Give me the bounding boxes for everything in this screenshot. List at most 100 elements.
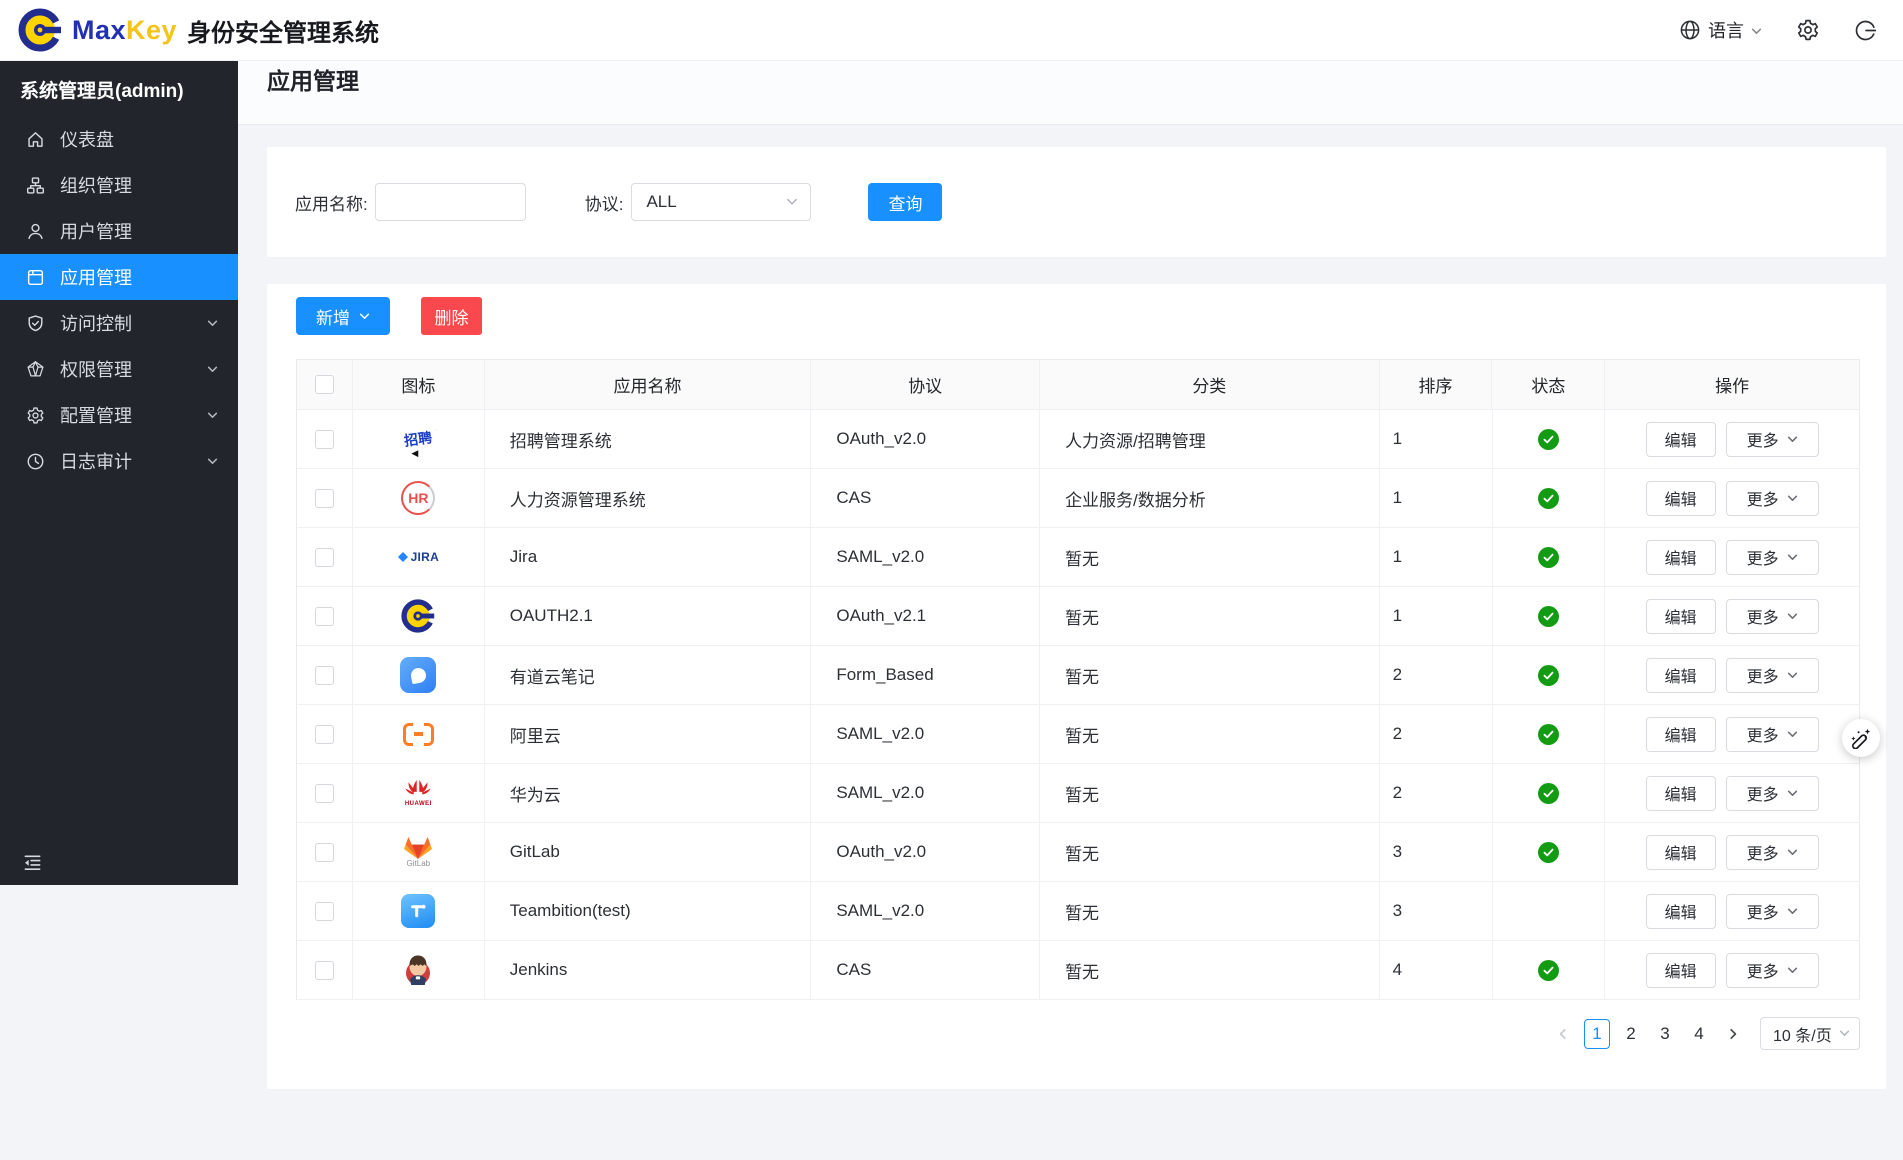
sidebar-item-label: 日志审计 bbox=[60, 448, 207, 474]
select-all-checkbox[interactable] bbox=[315, 375, 334, 394]
sort-cell: 1 bbox=[1380, 410, 1493, 468]
app-icon-cell: HUAWEI bbox=[353, 764, 485, 822]
row-checkbox[interactable] bbox=[315, 843, 334, 862]
menu-fold-icon bbox=[22, 852, 43, 873]
row-checkbox[interactable] bbox=[315, 784, 334, 803]
sidebar-item-label: 用户管理 bbox=[60, 218, 218, 244]
app-name-cell: 阿里云 bbox=[485, 705, 812, 763]
language-label: 语言 bbox=[1708, 17, 1744, 43]
edit-button[interactable]: 编辑 bbox=[1646, 422, 1716, 457]
logout-button[interactable] bbox=[1854, 19, 1877, 42]
more-button[interactable]: 更多 bbox=[1726, 894, 1819, 929]
pagination-page-3[interactable]: 3 bbox=[1652, 1019, 1678, 1049]
sidebar-item-audit[interactable]: 日志审计 bbox=[0, 438, 238, 484]
app-icon-cell: JIRA bbox=[353, 528, 485, 586]
check-circle-icon bbox=[1538, 606, 1559, 627]
column-header: 操作 bbox=[1605, 360, 1859, 409]
category-cell: 暂无 bbox=[1040, 941, 1380, 999]
app-name-input[interactable] bbox=[375, 183, 526, 221]
table-header-row: 图标应用名称协议分类排序状态操作 bbox=[297, 360, 1859, 410]
sidebar-item-users[interactable]: 用户管理 bbox=[0, 208, 238, 254]
chevron-down-icon bbox=[1787, 788, 1798, 799]
settings-button[interactable] bbox=[1796, 18, 1820, 42]
edit-button[interactable]: 编辑 bbox=[1646, 540, 1716, 575]
chevron-down-icon bbox=[207, 364, 218, 375]
column-header: 排序 bbox=[1380, 360, 1493, 409]
row-checkbox[interactable] bbox=[315, 607, 334, 626]
row-checkbox[interactable] bbox=[315, 666, 334, 685]
sort-cell: 1 bbox=[1380, 587, 1493, 645]
row-checkbox[interactable] bbox=[315, 725, 334, 744]
sidebar-item-org[interactable]: 组织管理 bbox=[0, 162, 238, 208]
page-size-select[interactable]: 10 条/页 bbox=[1760, 1017, 1860, 1050]
status-cell bbox=[1493, 823, 1606, 881]
status-cell bbox=[1493, 587, 1606, 645]
search-button[interactable]: 查询 bbox=[868, 183, 942, 221]
protocol-cell: OAuth_v2.1 bbox=[811, 587, 1040, 645]
app-name-cell: 招聘管理系统 bbox=[485, 410, 812, 468]
logout-icon bbox=[1854, 19, 1877, 42]
check-circle-icon bbox=[1538, 665, 1559, 686]
clock-icon bbox=[25, 452, 45, 471]
row-select-cell bbox=[297, 469, 353, 527]
more-button[interactable]: 更多 bbox=[1726, 835, 1819, 870]
row-select-cell bbox=[297, 646, 353, 704]
row-checkbox[interactable] bbox=[315, 430, 334, 449]
edit-button[interactable]: 编辑 bbox=[1646, 953, 1716, 988]
more-button[interactable]: 更多 bbox=[1726, 481, 1819, 516]
operations-cell: 编辑更多 bbox=[1605, 587, 1859, 645]
operations-cell: 编辑更多 bbox=[1605, 646, 1859, 704]
protocol-select-value: ALL bbox=[646, 192, 676, 212]
chevron-down-icon bbox=[1787, 493, 1798, 504]
sidebar-item-access[interactable]: 访问控制 bbox=[0, 300, 238, 346]
row-select-cell bbox=[297, 528, 353, 586]
language-menu[interactable]: 语言 bbox=[1679, 17, 1762, 43]
operations-cell: 编辑更多 bbox=[1605, 882, 1859, 940]
sidebar: 系统管理员(admin) 仪表盘组织管理用户管理应用管理访问控制权限管理配置管理… bbox=[0, 61, 238, 885]
more-button[interactable]: 更多 bbox=[1726, 540, 1819, 575]
sidebar-item-permission[interactable]: 权限管理 bbox=[0, 346, 238, 392]
edit-button[interactable]: 编辑 bbox=[1646, 835, 1716, 870]
row-checkbox[interactable] bbox=[315, 902, 334, 921]
chevron-down-icon bbox=[359, 311, 370, 322]
more-button[interactable]: 更多 bbox=[1726, 717, 1819, 752]
more-button[interactable]: 更多 bbox=[1726, 422, 1819, 457]
sidebar-item-config[interactable]: 配置管理 bbox=[0, 392, 238, 438]
row-checkbox[interactable] bbox=[315, 961, 334, 980]
filter-panel: 应用名称: 协议: ALL 查询 bbox=[267, 147, 1886, 257]
pagination-page-2[interactable]: 2 bbox=[1618, 1019, 1644, 1049]
delete-button[interactable]: 删除 bbox=[421, 297, 482, 335]
edit-button[interactable]: 编辑 bbox=[1646, 894, 1716, 929]
edit-button[interactable]: 编辑 bbox=[1646, 599, 1716, 634]
main-content: 应用名称: 协议: ALL 查询 新增 删除 图标应用名称协议分类排序状态操作招… bbox=[238, 125, 1903, 1089]
more-button[interactable]: 更多 bbox=[1726, 658, 1819, 693]
sidebar-item-dashboard[interactable]: 仪表盘 bbox=[0, 116, 238, 162]
sidebar-item-apps[interactable]: 应用管理 bbox=[0, 254, 238, 300]
sort-cell: 1 bbox=[1380, 528, 1493, 586]
huawei-cloud-app-icon: HUAWEI bbox=[398, 773, 438, 813]
row-checkbox[interactable] bbox=[315, 489, 334, 508]
row-select-cell bbox=[297, 882, 353, 940]
more-button[interactable]: 更多 bbox=[1726, 776, 1819, 811]
app-name-cell: GitLab bbox=[485, 823, 812, 881]
pagination-next-button[interactable] bbox=[1720, 1019, 1746, 1049]
edit-button[interactable]: 编辑 bbox=[1646, 481, 1716, 516]
pagination-page-1[interactable]: 1 bbox=[1584, 1019, 1610, 1049]
edit-button[interactable]: 编辑 bbox=[1646, 776, 1716, 811]
column-header: 协议 bbox=[811, 360, 1040, 409]
more-button[interactable]: 更多 bbox=[1726, 599, 1819, 634]
edit-button[interactable]: 编辑 bbox=[1646, 658, 1716, 693]
add-button[interactable]: 新增 bbox=[296, 297, 390, 335]
pagination-page-4[interactable]: 4 bbox=[1686, 1019, 1712, 1049]
edit-button[interactable]: 编辑 bbox=[1646, 717, 1716, 752]
app-icon-cell bbox=[353, 941, 485, 999]
sidebar-collapse-button[interactable] bbox=[22, 852, 43, 873]
protocol-select[interactable]: ALL bbox=[631, 183, 811, 221]
app-icon-cell: GitLab bbox=[353, 823, 485, 881]
magic-wand-button[interactable] bbox=[1842, 719, 1880, 757]
chevron-down-icon bbox=[1787, 906, 1798, 917]
row-checkbox[interactable] bbox=[315, 548, 334, 567]
more-button[interactable]: 更多 bbox=[1726, 953, 1819, 988]
protocol-cell: CAS bbox=[811, 469, 1040, 527]
pagination-prev-button[interactable] bbox=[1550, 1019, 1576, 1049]
